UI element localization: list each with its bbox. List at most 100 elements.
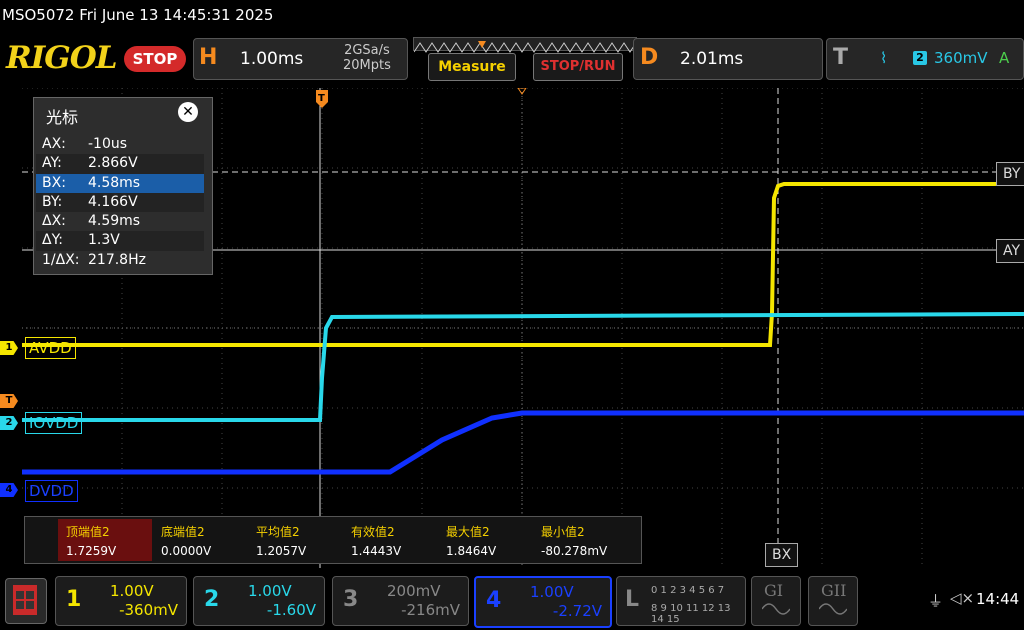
cursor-ay-label[interactable]: AY xyxy=(996,239,1024,263)
measurement-value: 1.2057V xyxy=(256,544,307,558)
la-row1: 0 1 2 3 4 5 6 7 xyxy=(651,585,725,596)
cursor-bx-label[interactable]: BX xyxy=(765,543,799,567)
ch3-settings-button[interactable]: 3 200mV -216mV xyxy=(332,576,469,626)
measurement-name: 顶端值2 xyxy=(66,525,110,539)
cursor-row-dx[interactable]: ΔX: 4.59ms xyxy=(36,212,204,231)
ch4-scale: 1.00V xyxy=(530,583,574,601)
measurement-name: 最大值2 xyxy=(446,525,490,539)
grid-menu-icon-graphic xyxy=(16,591,34,609)
cursor-value: -10us xyxy=(88,136,128,152)
generator2-button[interactable]: GII xyxy=(808,576,858,626)
ch3-offset: -216mV xyxy=(401,601,460,619)
trigger-level-marker[interactable]: T xyxy=(0,394,18,408)
cursor-key: 1/ΔX: xyxy=(42,251,80,268)
ch1-label: AVDD xyxy=(25,337,76,359)
ch2-number: 2 xyxy=(204,587,220,612)
measurement-value: -80.278mV xyxy=(541,544,608,558)
sample-info: 2GSa/s 20Mpts xyxy=(343,43,391,73)
ch2-scale: 1.00V xyxy=(248,582,292,600)
cursor-value: 4.166V xyxy=(88,193,138,210)
cursor-key: BX: xyxy=(42,174,66,191)
cursor-row-bx[interactable]: BX: 4.58ms xyxy=(36,173,204,193)
ch2-position-marker[interactable]: 2 xyxy=(0,416,18,430)
sine-wave-icon xyxy=(762,603,790,615)
ch1-scale: 1.00V xyxy=(110,582,154,600)
run-state-badge[interactable]: STOP xyxy=(124,46,186,72)
stop-run-button[interactable]: STOP/RUN xyxy=(533,53,623,81)
g2-label: GII xyxy=(821,581,847,600)
grid-menu-icon xyxy=(13,585,37,615)
ch4-position-marker[interactable]: 4 xyxy=(0,483,18,497)
measurement-item[interactable]: 最大值2 1.8464V xyxy=(438,519,532,561)
cursor-key: BY: xyxy=(42,193,63,210)
sample-rate: 2GSa/s xyxy=(344,43,390,58)
ch2-offset: -1.60V xyxy=(266,601,316,619)
cursor-readout-table: AX: -10us AY: 2.866V BX: 4.58ms BY: 4.166V Δ… xyxy=(36,135,204,270)
ch2-trace xyxy=(22,312,1024,422)
usb-icon: ⏚ xyxy=(928,592,944,610)
horizontal-letter: H xyxy=(199,45,218,70)
trigger-strip-graphic xyxy=(413,41,637,53)
cursor-value: 4.58ms xyxy=(88,174,141,191)
ch2-settings-button[interactable]: 2 1.00V -1.60V xyxy=(193,576,325,626)
ch4-settings-button[interactable]: 4 1.00V -2.72V xyxy=(474,576,612,628)
measurement-name: 平均值2 xyxy=(256,525,300,539)
measurement-item[interactable]: 有效值2 1.4443V xyxy=(343,519,437,561)
cursor-row-ax[interactable]: AX: -10us xyxy=(36,135,204,154)
measure-button[interactable]: Measure xyxy=(428,53,516,81)
speaker-muted-icon[interactable]: ◁× xyxy=(950,589,974,607)
trigger-source-badge: 2 xyxy=(913,51,927,65)
ch4-label: DVDD xyxy=(25,480,78,502)
cursor-by-label[interactable]: BY xyxy=(996,162,1024,186)
ch4-number: 4 xyxy=(486,588,502,613)
svg-text:T: T xyxy=(318,93,325,104)
timebase-value: 1.00ms xyxy=(240,49,304,69)
measurement-item[interactable]: 底端值2 0.0000V xyxy=(153,519,247,561)
trigger-letter: T xyxy=(833,45,849,70)
ch2-label: IOVDD xyxy=(25,412,83,434)
delay-letter: D xyxy=(640,45,659,70)
cursor-row-by[interactable]: BY: 4.166V xyxy=(36,192,204,213)
cursor-key: AX: xyxy=(42,136,66,152)
delay-value: 2.01ms xyxy=(680,49,744,69)
cursor-row-dy[interactable]: ΔY: 1.3V xyxy=(36,231,204,251)
measurement-value: 1.7259V xyxy=(66,544,117,558)
cursor-row-inv-dx[interactable]: 1/ΔX: 217.8Hz xyxy=(36,251,204,270)
ch4-offset: -2.72V xyxy=(552,602,602,620)
measurement-value: 1.8464V xyxy=(446,544,497,558)
sine-wave-icon xyxy=(819,603,847,615)
cursor-value: 217.8Hz xyxy=(88,251,146,268)
close-icon[interactable]: ✕ xyxy=(178,102,198,122)
status-line: MSO5072 Fri June 13 14:45:31 2025 xyxy=(2,6,274,24)
generator1-button[interactable]: GI xyxy=(751,576,801,626)
ch3-number: 3 xyxy=(343,587,359,612)
rising-edge-icon: ⌇ xyxy=(880,49,888,67)
trigger-level: 360mV xyxy=(934,49,988,67)
measurement-item[interactable]: 最小值2 -80.278mV xyxy=(533,519,627,561)
la-row2: 8 9 10 11 12 13 14 15 xyxy=(651,603,731,625)
trigger-mode: A xyxy=(999,49,1010,67)
cursor-value: 2.866V xyxy=(88,155,138,172)
cursor-key: AY: xyxy=(42,155,62,172)
ch1-position-marker[interactable]: 1 xyxy=(0,341,18,355)
ch1-number: 1 xyxy=(66,587,82,612)
cursor-row-ay[interactable]: AY: 2.866V xyxy=(36,154,204,174)
measurement-item[interactable]: 平均值2 1.2057V xyxy=(248,519,342,561)
cursor-panel-title: 光标 xyxy=(46,108,79,127)
la-letter: L xyxy=(625,587,640,612)
trigger-position-strip xyxy=(413,37,637,53)
measurement-value: 0.0000V xyxy=(161,544,212,558)
measurement-value: 1.4443V xyxy=(351,544,402,558)
clock: 14:44 xyxy=(976,590,1020,608)
ch1-settings-button[interactable]: 1 1.00V -360mV xyxy=(55,576,187,626)
measurement-item[interactable]: 顶端值2 1.7259V xyxy=(58,519,152,561)
rigol-logo: RIGOL xyxy=(6,40,118,76)
trigger-position-marker: T xyxy=(316,90,328,108)
ch3-scale: 200mV xyxy=(387,582,441,600)
g1-label: GI xyxy=(764,581,784,600)
measurement-name: 最小值2 xyxy=(541,525,585,539)
cursor-value: 1.3V xyxy=(88,232,120,249)
logic-analyzer-button[interactable]: L 0 1 2 3 4 5 6 7 8 9 10 11 12 13 14 15 xyxy=(616,576,746,626)
memory-depth: 20Mpts xyxy=(343,58,391,73)
cursor-value: 4.59ms xyxy=(88,213,141,230)
